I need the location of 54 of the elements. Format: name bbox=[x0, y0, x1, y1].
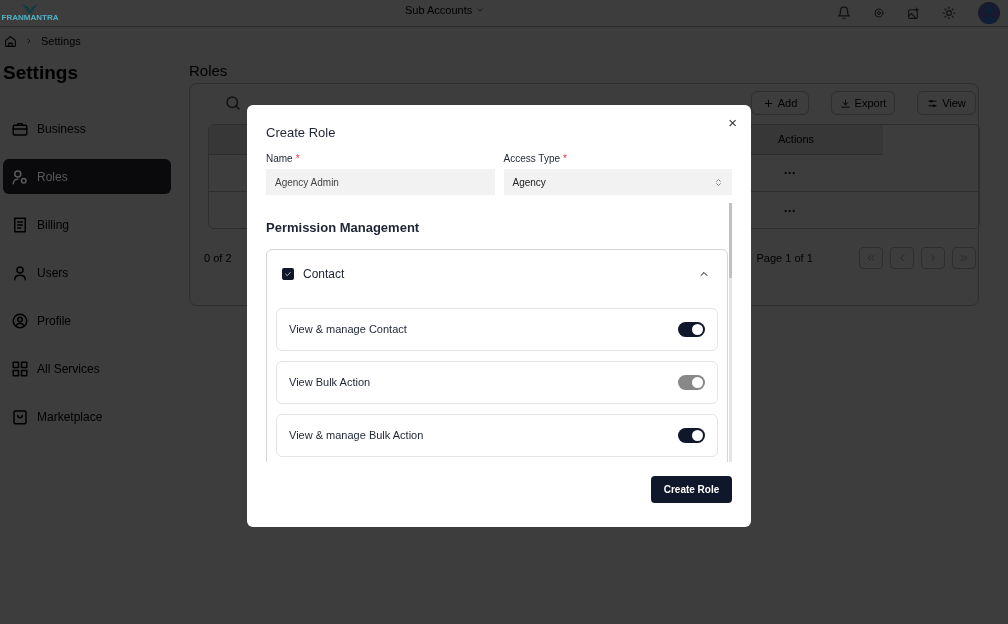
required-mark: * bbox=[295, 152, 300, 163]
row-actions[interactable]: ··· bbox=[784, 164, 796, 182]
sidebar-item[interactable]: Business bbox=[3, 111, 171, 146]
breadcrumb-current[interactable]: Settings bbox=[41, 32, 81, 50]
plus-icon bbox=[762, 97, 774, 109]
field-label: Access Type bbox=[503, 152, 560, 163]
user-circle-icon bbox=[11, 311, 29, 330]
sidebar-item[interactable]: All Services bbox=[3, 351, 171, 386]
toggle-switch[interactable] bbox=[678, 428, 705, 443]
user-gear-icon bbox=[11, 167, 29, 186]
user-icon bbox=[11, 263, 29, 282]
home-icon[interactable] bbox=[4, 34, 17, 48]
sliders-icon bbox=[927, 97, 939, 109]
required-mark: * bbox=[563, 152, 567, 163]
name-input[interactable]: Agency Admin bbox=[266, 169, 495, 195]
page-title: Roles bbox=[189, 61, 229, 80]
dialog-title: Create Role bbox=[266, 124, 337, 139]
sidebar-item[interactable]: Billing bbox=[3, 207, 171, 242]
sub-accounts-menu[interactable]: Sub Accounts bbox=[405, 2, 485, 19]
sidebar-title: Settings bbox=[3, 60, 79, 85]
permission-label: View & manage Contact bbox=[289, 322, 407, 338]
download-icon bbox=[839, 97, 851, 109]
grid-icon bbox=[11, 359, 29, 378]
bird-logo-icon bbox=[22, 4, 38, 14]
group-label: Contact bbox=[303, 266, 345, 283]
chevron-right-icon bbox=[25, 37, 33, 45]
toolbar-button[interactable]: View bbox=[917, 91, 976, 115]
sun-icon[interactable] bbox=[942, 6, 956, 20]
field-label: Name bbox=[266, 152, 293, 163]
up-down-chevron-icon bbox=[714, 177, 723, 187]
image-icon[interactable] bbox=[907, 6, 920, 20]
permission-label: View & manage Bulk Action bbox=[289, 428, 424, 444]
logo-text: FRANMANTRA bbox=[1, 14, 59, 22]
search-icon bbox=[224, 94, 242, 112]
sidebar-item[interactable]: Roles bbox=[3, 159, 171, 194]
toolbar-button[interactable]: Export bbox=[831, 91, 895, 115]
section-title: Permission Management bbox=[266, 219, 421, 236]
toggle-switch[interactable] bbox=[678, 322, 705, 337]
bag-icon bbox=[11, 407, 29, 426]
bell-icon[interactable] bbox=[837, 6, 851, 20]
access-type-select[interactable]: Agency bbox=[503, 169, 732, 195]
toolbar-button[interactable]: Add bbox=[751, 91, 809, 115]
scrollbar-thumb[interactable] bbox=[729, 203, 732, 278]
sidebar-item[interactable]: Users bbox=[3, 255, 171, 290]
checkmark-icon bbox=[284, 270, 292, 278]
checkbox[interactable] bbox=[282, 268, 294, 280]
row-actions[interactable]: ··· bbox=[784, 201, 796, 220]
create-role-button[interactable]: Create Role bbox=[651, 476, 732, 503]
permission-label: View Bulk Action bbox=[289, 375, 371, 391]
receipt-icon bbox=[11, 215, 29, 234]
sidebar-item[interactable]: Marketplace bbox=[3, 399, 171, 434]
avatar-icon[interactable] bbox=[978, 2, 1000, 24]
close-button[interactable]: × bbox=[728, 115, 737, 130]
sidebar-item[interactable]: Profile bbox=[3, 303, 171, 338]
